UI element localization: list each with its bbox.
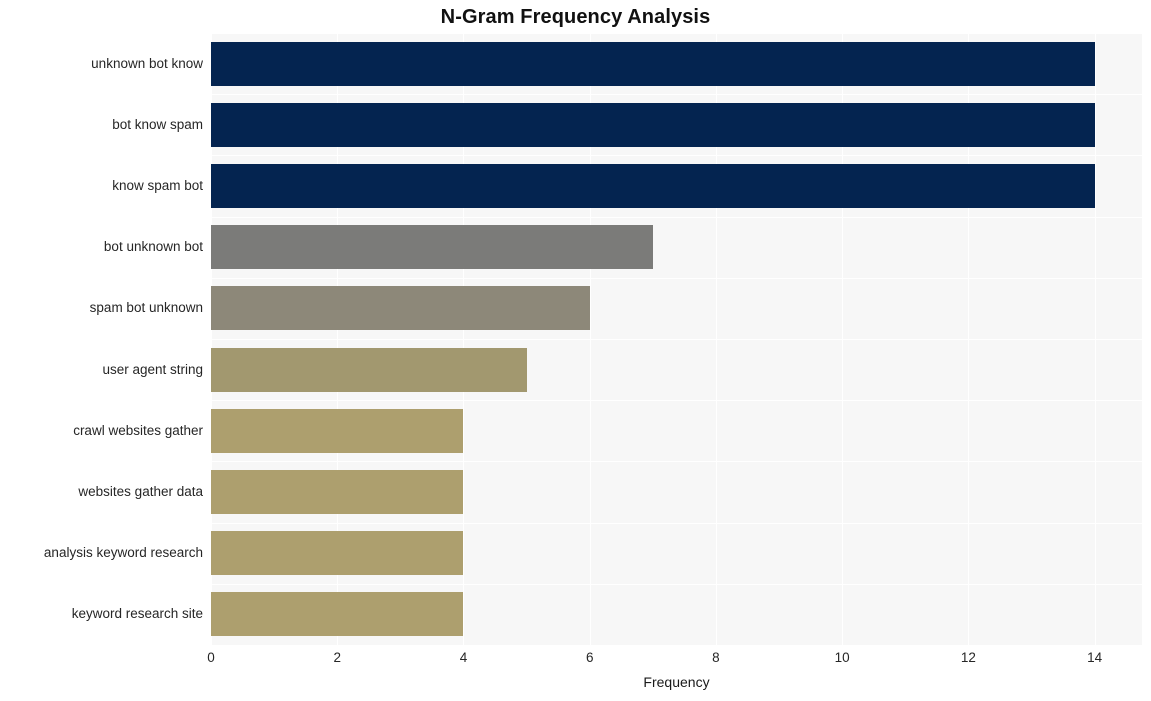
bar [211,408,464,453]
bar [211,102,1095,147]
bar [211,286,590,331]
x-axis-tick-label: 8 [712,650,720,665]
bar [211,347,527,392]
y-gridline [211,33,1142,34]
x-axis-tick-label: 10 [834,650,850,665]
x-axis-title-text: Frequency [643,674,710,690]
y-axis-tick-label: bot unknown bot [103,239,203,255]
x-axis-title: Frequency [0,674,1151,690]
y-gridline [211,339,1142,340]
y-gridline [211,522,1142,524]
y-axis-tick-label: unknown bot know [91,55,203,71]
plot-area [211,33,1142,645]
bar [211,225,653,270]
bar [211,592,464,637]
y-axis-tick-label: user agent string [102,361,203,377]
y-gridline [211,400,1142,402]
y-axis-tick-label: know spam bot [112,178,203,193]
y-axis-tick-label: websites gather data [78,484,203,499]
y-axis-tick-label: crawl websites gather [73,422,203,438]
chart-title: N-Gram Frequency Analysis [440,6,711,28]
y-axis-tick-label: keyword research site [71,606,203,622]
y-axis-tick-label: analysis keyword research [43,545,203,561]
y-gridline [211,461,1142,463]
y-gridline [211,155,1142,157]
x-axis-tick-label: 12 [960,650,976,665]
y-axis-tick-label: bot know spam [112,116,203,132]
y-gridline [211,94,1142,96]
bar [211,164,1095,208]
bar [211,531,464,576]
x-axis-tick-label: 2 [333,650,341,665]
bar [211,41,1095,86]
y-gridline [211,216,1142,218]
chart-figure: N-Gram Frequency Analysis unknown bot kn… [0,0,1151,701]
bar [211,470,464,514]
y-axis-tick-labels: unknown bot know bot know spam know spam b… [0,33,203,645]
x-axis-tick-label: 14 [1087,650,1103,665]
y-axis-tick-label: spam bot unknown [89,300,203,316]
x-axis-tick-label: 0 [207,650,215,665]
y-gridline [211,583,1142,585]
y-gridline [211,277,1142,279]
x-axis-tick-label: 6 [585,650,594,665]
x-axis-tick-labels: 0 2 4 6 8 10 12 14 [207,650,1142,670]
x-axis-tick-label: 4 [459,650,468,665]
